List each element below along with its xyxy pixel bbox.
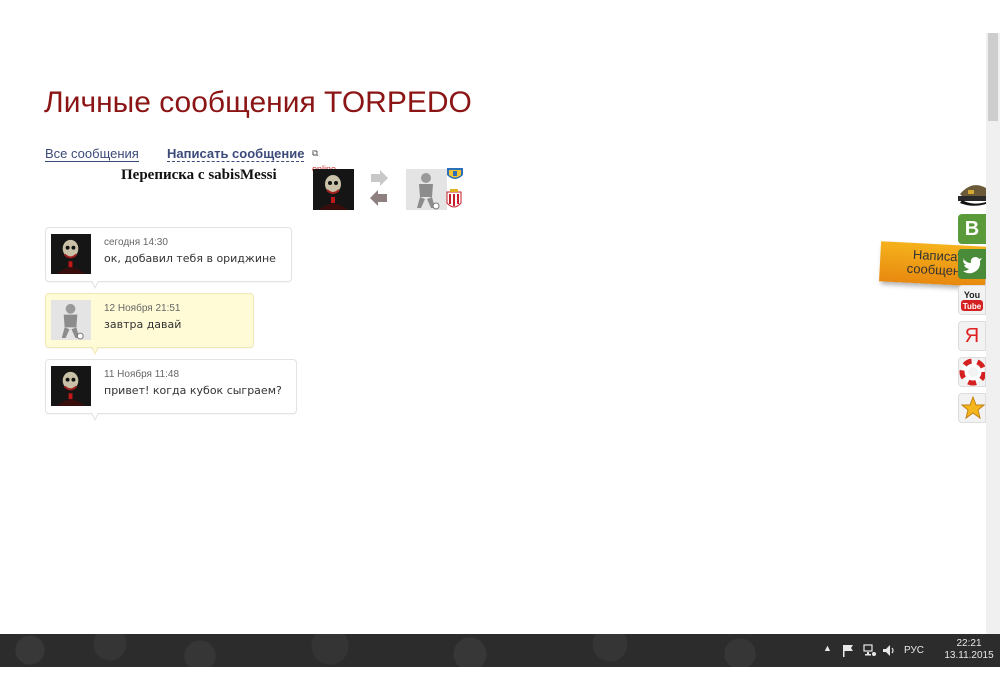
clock[interactable]: 22:21 13.11.2015 [944, 638, 994, 662]
interlocutor-avatar[interactable] [406, 169, 447, 210]
page: Личные сообщения TORPEDO Все сообщения Н… [0, 0, 986, 634]
message-text: завтра давай [104, 318, 182, 331]
team-crest-icon [446, 189, 462, 211]
message-tail [91, 346, 99, 355]
twitter-icon[interactable] [958, 249, 986, 279]
vertical-scrollbar[interactable] [986, 33, 1000, 640]
windows-taskbar: ▲ РУС 22:21 13.11.2015 [0, 634, 1000, 667]
scroll-down-arrow-icon[interactable] [989, 625, 997, 640]
message-item: 11 Ноября 11:48 привет! когда кубок сыгр… [45, 359, 297, 421]
message-item: сегодня 14:30 ок, добавил тебя в ориджин… [45, 227, 292, 289]
write-message-link[interactable]: Написать сообщение [167, 147, 305, 162]
svg-text:Tube: Tube [963, 302, 982, 311]
message-text: ок, добавил тебя в ориджине [104, 252, 276, 265]
conversation-title: Переписка с sabisMessi [121, 167, 277, 183]
yandex-icon[interactable]: Я [958, 321, 986, 351]
clock-time: 22:21 [956, 638, 982, 649]
sender-avatar[interactable] [51, 300, 91, 340]
network-icon[interactable] [863, 644, 876, 657]
club-emblem-icon [445, 166, 465, 184]
cap-icon[interactable] [958, 178, 986, 208]
message-date: 12 Ноября 21:51 [104, 303, 181, 314]
message-date: 11 Ноября 11:48 [104, 369, 180, 380]
volume-icon[interactable] [882, 644, 895, 657]
message-date: сегодня 14:30 [104, 237, 168, 248]
message-tail [91, 280, 99, 289]
sender-avatar[interactable] [51, 234, 91, 274]
swap-arrows-icon [369, 170, 389, 206]
system-tray: ▲ РУС 22:21 13.11.2015 [810, 634, 1000, 667]
external-link-icon: ⧉ [312, 148, 319, 158]
message-item-incoming: 12 Ноября 21:51 завтра давай [45, 293, 254, 355]
sender-avatar[interactable] [51, 366, 91, 406]
scrollbar-thumb[interactable] [988, 33, 998, 121]
svg-text:You: You [964, 290, 980, 300]
youtube-icon[interactable]: You Tube [958, 285, 986, 315]
action-center-flag-icon[interactable] [842, 644, 855, 657]
vk-icon[interactable]: B [958, 214, 986, 244]
all-messages-link[interactable]: Все сообщения [45, 147, 139, 162]
message-text: привет! когда кубок сыграем? [104, 384, 282, 397]
lifebuoy-icon[interactable] [958, 357, 986, 387]
favorites-icon[interactable] [958, 393, 986, 423]
page-title: Личные сообщения TORPEDO [44, 86, 472, 119]
my-avatar[interactable] [313, 169, 354, 210]
message-tail [91, 412, 99, 421]
clock-date: 13.11.2015 [944, 650, 994, 661]
show-hidden-icons-icon[interactable]: ▲ [823, 643, 832, 653]
keyboard-language[interactable]: РУС [904, 645, 924, 656]
bottom-strip [0, 667, 1000, 700]
